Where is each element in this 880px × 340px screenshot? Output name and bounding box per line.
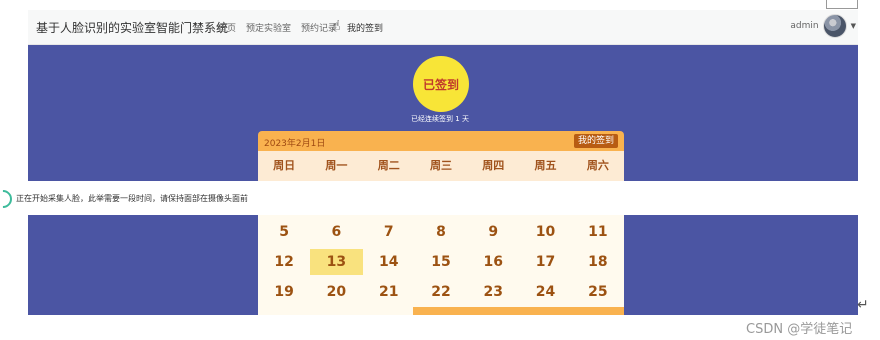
weekday-fri: 周五 (534, 159, 557, 172)
avatar[interactable] (822, 14, 847, 38)
nav-reserve-lab[interactable]: 预定实验室 (246, 21, 291, 34)
loading-spinner-icon (0, 186, 16, 212)
calendar-day[interactable]: 12 (258, 249, 310, 275)
calendar-footer-right (413, 307, 624, 315)
face-capture-notice: 正在开始采集人脸，此举需要一段时间，请保持面部在摄像头面前 (0, 181, 858, 215)
top-navbar: 基于人脸识别的实验室智能门禁系统 首页 预定实验室 预约记录 我的签到 ☝ ad… (28, 10, 858, 45)
calendar-day[interactable]: 23 (467, 279, 519, 305)
user-menu[interactable]: admin ▼ (790, 14, 856, 38)
weekday-tue: 周二 (377, 159, 400, 172)
calendar-day[interactable]: 8 (415, 219, 467, 245)
weekday-sun: 周日 (273, 159, 296, 172)
hand-cursor-icon: ☝ (332, 18, 341, 34)
calendar-footer-left (258, 307, 413, 315)
watermark: CSDN @学徒笔记 (746, 322, 853, 337)
corner-frame (826, 0, 858, 9)
caret-down-icon: ▼ (850, 22, 856, 30)
main-nav: 首页 预定实验室 预约记录 我的签到 (218, 21, 383, 34)
nav-home[interactable]: 首页 (218, 21, 236, 34)
calendar-week-row: 5 6 7 8 9 10 11 (258, 219, 624, 245)
calendar-day[interactable]: 18 (572, 249, 624, 275)
my-signin-button[interactable]: 我的签到 (573, 134, 618, 148)
calendar-day[interactable]: 25 (572, 279, 624, 305)
weekday-thu: 周四 (482, 159, 505, 172)
streak-text: 已经连续签到 1 天 (411, 115, 469, 123)
calendar-day-today[interactable]: 13 (310, 249, 363, 275)
calendar-weekday-row: 周日 周一 周二 周三 周四 周五 周六 (258, 151, 624, 181)
calendar-day[interactable]: 14 (363, 249, 415, 275)
calendar-day[interactable]: 21 (363, 279, 415, 305)
calendar-day[interactable]: 6 (310, 219, 362, 245)
calendar-day[interactable]: 15 (415, 249, 467, 275)
calendar-current-date: 2023年2月1日 (264, 139, 326, 149)
calendar-day[interactable]: 24 (519, 279, 571, 305)
calendar-day[interactable]: 7 (363, 219, 415, 245)
weekday-mon: 周一 (325, 159, 348, 172)
calendar-grid: 5 6 7 8 9 10 11 12 13 14 15 16 17 18 19 … (258, 215, 624, 315)
calendar-day[interactable]: 11 (572, 219, 624, 245)
nav-my-signin[interactable]: 我的签到 (347, 21, 383, 34)
calendar-day[interactable]: 10 (519, 219, 571, 245)
calendar-day[interactable]: 5 (258, 219, 310, 245)
username: admin (790, 21, 819, 31)
calendar-week-row: 12 13 14 15 16 17 18 (258, 249, 624, 275)
weekday-wed: 周三 (429, 159, 452, 172)
calendar-day[interactable]: 9 (467, 219, 519, 245)
calendar-header: 2023年2月1日 我的签到 (258, 131, 624, 151)
signed-in-badge: 已签到 (413, 56, 469, 112)
calendar-day[interactable]: 20 (310, 279, 362, 305)
calendar-day[interactable]: 16 (467, 249, 519, 275)
weekday-sat: 周六 (586, 159, 609, 172)
calendar-day[interactable]: 19 (258, 279, 310, 305)
app-title[interactable]: 基于人脸识别的实验室智能门禁系统 (36, 19, 228, 36)
notice-text: 正在开始采集人脸，此举需要一段时间，请保持面部在摄像头面前 (16, 194, 248, 203)
return-arrow-icon: ↵ (857, 297, 869, 313)
calendar-week-row: 19 20 21 22 23 24 25 (258, 279, 624, 305)
calendar-day[interactable]: 22 (415, 279, 467, 305)
calendar-day[interactable]: 17 (519, 249, 571, 275)
